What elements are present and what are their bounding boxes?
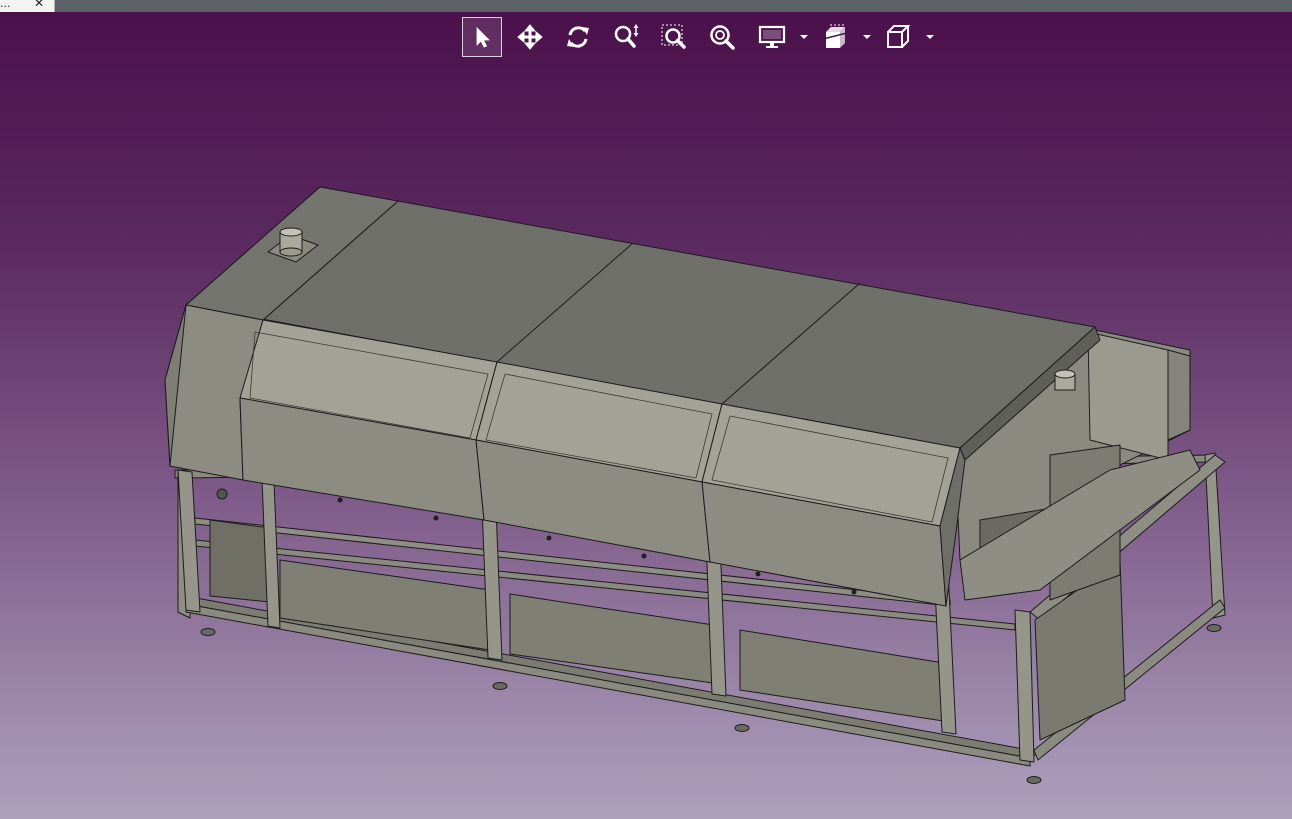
- 3d-viewport[interactable]: ... ✕: [0, 0, 1292, 819]
- machine-3d-model[interactable]: [0, 0, 1292, 819]
